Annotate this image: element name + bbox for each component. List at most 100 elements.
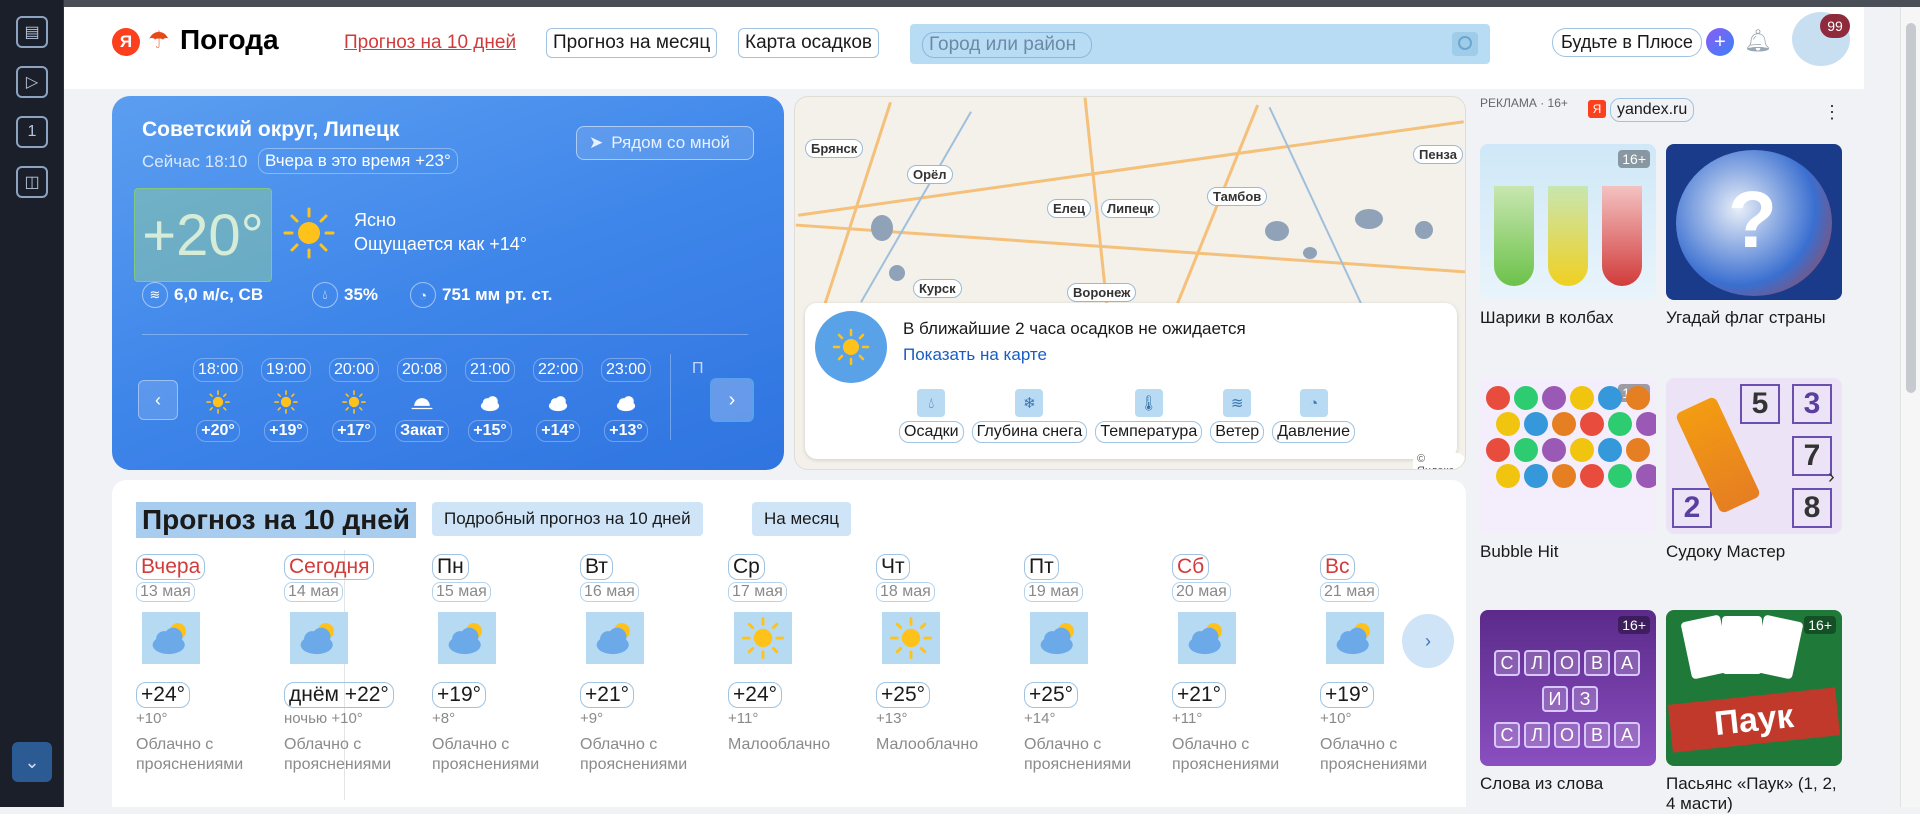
search-input[interactable] xyxy=(922,32,1092,58)
ad-card[interactable]: 16+ СЛОВАИЗСЛОВА Слова из слова xyxy=(1480,610,1656,794)
rail-chevron-icon[interactable]: ⌄ xyxy=(12,742,52,782)
night-temp: +11° xyxy=(728,710,759,727)
letter-tile: В xyxy=(1584,722,1610,748)
day-temp: +19° xyxy=(432,682,487,708)
night-temp: +13° xyxy=(876,710,908,727)
partly-cloudy-icon xyxy=(142,612,200,664)
hour-temp: Закат xyxy=(395,420,449,442)
notes-icon[interactable]: ▤ xyxy=(16,16,48,48)
ad-card[interactable]: ? Угадай флаг страны xyxy=(1666,144,1842,328)
current-weather-card: Советский округ, Липецк ➤ Рядом со мной С… xyxy=(112,96,784,470)
day-date: 21 мая xyxy=(1320,582,1379,602)
drop-icon: 💧︎ xyxy=(312,282,338,308)
letter-tile: Л xyxy=(1524,650,1550,676)
service-title[interactable]: Погода xyxy=(180,24,279,56)
partly-cloudy-icon xyxy=(290,612,348,664)
divider xyxy=(142,334,748,335)
hour-item: 21:00 +15° xyxy=(460,358,520,442)
sun-icon xyxy=(203,388,233,416)
month-forecast-button[interactable]: На месяц xyxy=(752,502,852,536)
partly-cloudy-icon xyxy=(1326,612,1384,664)
plus-icon[interactable]: + xyxy=(1706,28,1734,56)
day-item[interactable]: Пн 15 мая +19° +8° Облачно с прояснениями xyxy=(432,554,572,775)
map-layer-button[interactable]: 🌡︎ Температура xyxy=(1095,389,1203,443)
day-name: Вс xyxy=(1320,554,1355,580)
tab-counter-icon[interactable]: 1 xyxy=(16,116,48,148)
day-name: Ср xyxy=(728,554,765,580)
ad-image: 16+ СЛОВАИЗСЛОВА xyxy=(1480,610,1656,766)
chevron-right-icon[interactable]: › xyxy=(1828,466,1848,492)
day-condition: Облачно с прояснениями xyxy=(1024,736,1132,773)
day-item[interactable]: Чт 18 мая +25° +13° Малооблачно xyxy=(876,554,1016,755)
location-arrow-icon: ➤ xyxy=(589,133,604,152)
current-temp: +20° xyxy=(134,188,272,282)
hours-prev-button[interactable]: ‹ xyxy=(138,380,178,420)
day-condition: Облачно с прояснениями xyxy=(432,736,540,773)
drops-icon: 💧︎ xyxy=(917,389,946,417)
ad-card[interactable]: 16+ Bubble Hit xyxy=(1480,378,1656,562)
day-condition: Облачно с прояснениями xyxy=(136,736,244,773)
show-on-map-link[interactable]: Показать на карте xyxy=(903,345,1047,365)
bubble-shape xyxy=(1570,386,1594,410)
wind-icon: ≋ xyxy=(1223,389,1252,417)
day-date: 15 мая xyxy=(432,582,491,602)
wind-stat: ≋ 6,0 м/с, СВ xyxy=(142,282,263,308)
scrollbar-thumb[interactable] xyxy=(1906,23,1916,393)
hour-item: 22:00 +14° xyxy=(528,358,588,442)
days-next-button[interactable]: › xyxy=(1402,614,1454,668)
map-layer-button[interactable]: ≋ Ветер xyxy=(1210,389,1265,443)
page-scrollbar[interactable] xyxy=(1900,7,1920,807)
feels-like-text: Ощущается как +14° xyxy=(354,234,527,254)
bubble-shape xyxy=(1636,412,1656,436)
map-layer-button[interactable]: ❄ Глубина снега xyxy=(971,389,1088,443)
ad-image: ? xyxy=(1666,144,1842,300)
map-layer-button[interactable]: 💧︎ Осадки xyxy=(899,389,964,443)
night-temp: +9° xyxy=(580,710,604,727)
letter-tile: В xyxy=(1584,650,1610,676)
screenshot-icon[interactable]: ◫ xyxy=(16,166,48,198)
nearby-button[interactable]: ➤ Рядом со мной xyxy=(576,126,754,160)
partly-cloudy-icon xyxy=(438,612,496,664)
day-item[interactable]: Пт 19 мая +25° +14° Облачно с прояснениями xyxy=(1024,554,1164,775)
map-city-label: Орёл xyxy=(907,165,953,184)
day-item[interactable]: Сегодня 14 мая днём +22° ночью +10° Облачно … xyxy=(284,554,424,775)
map-precip-spot xyxy=(1355,209,1383,229)
day-item[interactable]: Вчера 13 мая +24° +10° Облачно с прояснениям… xyxy=(136,554,276,775)
ad-card[interactable]: 16+ Шарики в колбах xyxy=(1480,144,1656,328)
age-badge: 16+ xyxy=(1804,616,1836,634)
location-title[interactable]: Советский округ, Липецк xyxy=(142,118,399,142)
nav-precip-map[interactable]: Карта осадков xyxy=(738,28,880,58)
ad-domain[interactable]: yandex.ru xyxy=(1610,98,1695,122)
precip-map[interactable]: Брянск Орёл Елец Липецк Тамбов Пенза Кур… xyxy=(794,96,1466,470)
nav-10-days[interactable]: Прогноз на 10 дней xyxy=(338,28,522,58)
bell-icon[interactable]: 🔔︎ xyxy=(1744,28,1772,56)
yandex-logo: Я xyxy=(1588,100,1606,118)
yandex-logo[interactable]: Я xyxy=(112,28,140,56)
map-city-label: Тамбов xyxy=(1207,187,1268,206)
map-city-label: Елец xyxy=(1047,199,1091,218)
hours-next-button[interactable]: › xyxy=(710,378,754,422)
day-item[interactable]: Сб 20 мая +21° +11° Облачно с прояснениями xyxy=(1172,554,1312,775)
letter-tile: Л xyxy=(1524,722,1550,748)
detail-forecast-button[interactable]: Подробный прогноз на 10 дней xyxy=(432,502,703,536)
map-layer-label: Ветер xyxy=(1210,421,1265,443)
play-icon[interactable]: ▷ xyxy=(16,66,48,98)
ad-card[interactable]: 5 3 7 2 8 Судоку Мастер xyxy=(1666,378,1842,562)
ad-label: РЕКЛАМА · 16+ xyxy=(1480,96,1568,110)
ad-card[interactable]: Паук 16+ Пасьянс «Паук» (1, 2, 4 масти) xyxy=(1666,610,1842,814)
search-icon[interactable] xyxy=(1452,32,1478,56)
more-icon[interactable]: ⋮ xyxy=(1822,102,1842,128)
partly-cloudy-icon xyxy=(1030,612,1088,664)
thermometer-icon: 🌡︎ xyxy=(1134,389,1163,417)
map-precip-spot xyxy=(1415,221,1433,239)
flask-shape xyxy=(1602,186,1642,286)
plus-button[interactable]: Будьте в Плюсе xyxy=(1552,28,1702,57)
ad-caption: Судоку Мастер xyxy=(1666,542,1786,561)
nav-month[interactable]: Прогноз на месяц xyxy=(546,28,718,58)
forecast-title: Прогноз на 10 дней xyxy=(136,502,416,538)
bubble-shape xyxy=(1598,438,1622,462)
day-item[interactable]: Ср 17 мая +24° +11° Малооблачно xyxy=(728,554,868,755)
ad-image: 16+ xyxy=(1480,378,1656,534)
map-layer-button[interactable]: ◔ Давление xyxy=(1272,389,1355,443)
day-item[interactable]: Вт 16 мая +21° +9° Облачно с прояснениями xyxy=(580,554,720,775)
